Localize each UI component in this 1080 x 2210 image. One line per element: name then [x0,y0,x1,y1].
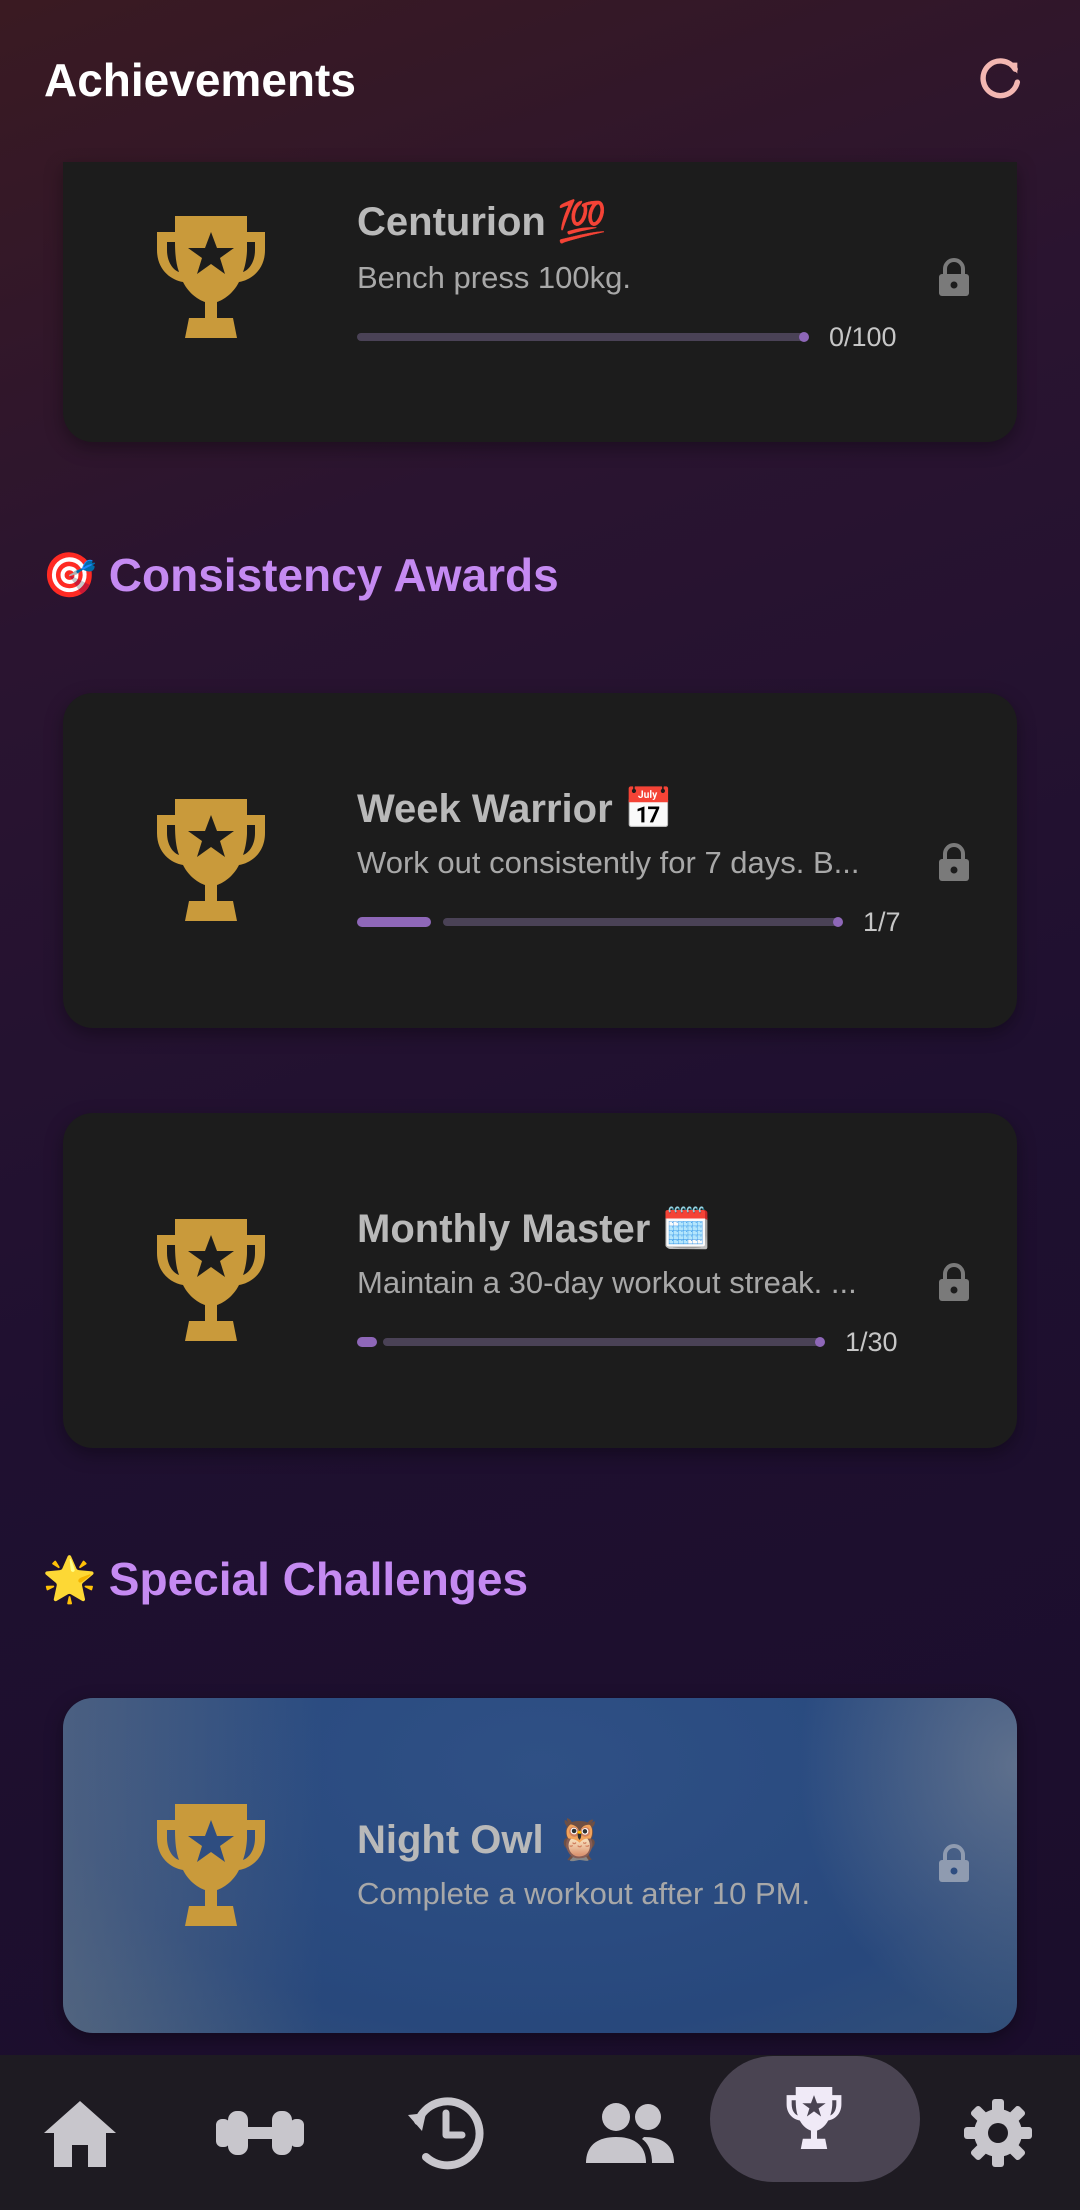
section-heading-special: 🌟 Special Challenges [42,1552,528,1606]
progress-row: 1/7 [357,907,901,937]
progress-text: 1/30 [845,1326,898,1357]
trophy-icon [786,2087,842,2149]
refresh-button[interactable] [964,44,1036,116]
card-glare [797,1698,1017,2033]
lock-icon [939,843,969,881]
achievement-card-monthly-master[interactable]: Monthly Master 🗓️ Maintain a 30-day work… [63,1113,1017,1448]
dumbbell-icon [216,2110,304,2155]
nav-achievements[interactable] [764,2055,864,2181]
home-icon [44,2100,116,2167]
settings-icon [964,2098,1032,2167]
lock-icon [939,1844,969,1882]
achievement-title: Week Warrior 📅 [357,787,674,831]
refresh-icon [980,58,1021,99]
progress-row: 0/100 [357,322,897,352]
achievement-description: Work out consistently for 7 days. B... [357,845,860,880]
friends-icon [586,2102,674,2163]
achievement-card-week-warrior[interactable]: Week Warrior 📅 Work out consistently for… [63,693,1017,1028]
nav-friends[interactable] [580,2055,680,2210]
progress-fill [357,1337,377,1347]
trophy-icon [157,1804,265,1926]
progress-text: 0/100 [829,321,897,352]
progress-bar [443,917,843,927]
achievement-description: Complete a workout after 10 PM. [357,1876,811,1911]
lock-icon [939,1263,969,1301]
achievement-card-night-owl[interactable]: Night Owl 🦉 Complete a workout after 10 … [63,1698,1017,2033]
achievement-description: Maintain a 30-day workout streak. ... [357,1265,857,1300]
history-icon [408,2096,484,2169]
achievement-title: Monthly Master 🗓️ [357,1207,712,1251]
section-heading-consistency: 🎯 Consistency Awards [42,548,559,602]
trophy-icon [157,799,265,921]
progress-text: 1/7 [863,906,901,937]
nav-home[interactable] [30,2055,130,2210]
section-title: Consistency Awards [108,549,559,601]
section-title: Special Challenges [108,1553,529,1605]
progress-row: 1/30 [357,1327,898,1357]
nav-settings[interactable] [948,2055,1048,2210]
page-title: Achievements [44,54,356,106]
progress-bar [357,332,809,342]
lock-icon [939,258,969,296]
achievement-title: Night Owl 🦉 [357,1818,605,1862]
progress-fill [357,917,431,927]
star-icon: 🌟 [42,1555,97,1604]
trophy-icon [157,216,265,338]
achievement-title: Centurion 💯 [357,200,607,244]
trophy-icon [157,1219,265,1341]
nav-workouts[interactable] [210,2055,310,2210]
target-icon: 🎯 [42,551,97,600]
nav-history[interactable] [396,2055,496,2210]
achievement-card-centurion[interactable]: Centurion 💯 Bench press 100kg. 0/100 [63,162,1017,442]
app-header: Achievements [0,0,1080,160]
progress-bar [383,1337,825,1347]
achievement-description: Bench press 100kg. [357,260,632,295]
